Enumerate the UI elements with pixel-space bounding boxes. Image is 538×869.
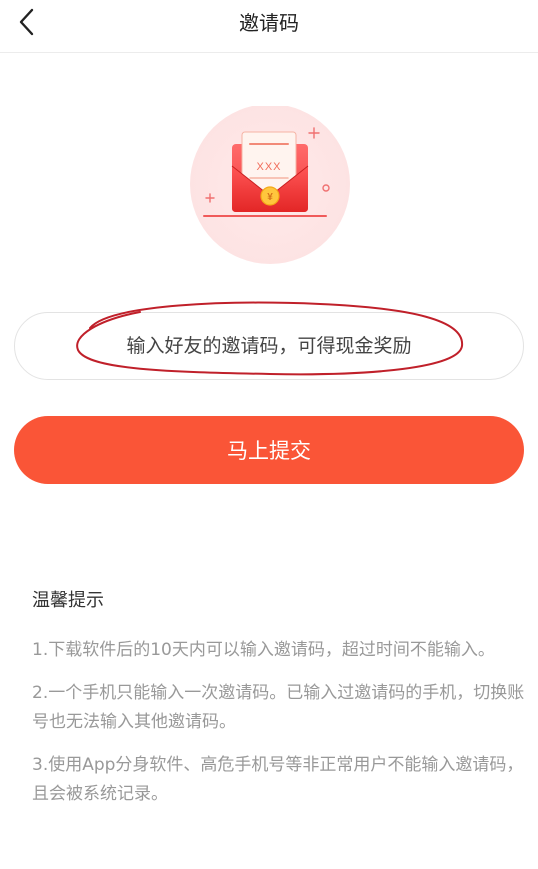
tips-section: 温馨提示 1.下载软件后的10天内可以输入邀请码，超过时间不能输入。 2.一个手…	[32, 588, 526, 823]
submit-button[interactable]: 马上提交	[14, 416, 524, 484]
tip-item: 2.一个手机只能输入一次邀请码。已输入过邀请码的手机，切换账号也无法输入其他邀请…	[32, 683, 525, 732]
tip-item: 3.使用App分身软件、高危手机号等非正常用户不能输入邀请码，且会被系统记录。	[32, 755, 524, 804]
invite-code-input[interactable]	[17, 315, 521, 377]
page-title: 邀请码	[239, 11, 299, 35]
invite-code-field[interactable]	[14, 312, 524, 380]
tips-heading: 温馨提示	[32, 590, 104, 611]
tip-item: 1.下载软件后的10天内可以输入邀请码，超过时间不能输入。	[32, 640, 495, 660]
coin-symbol: ¥	[267, 192, 273, 203]
red-envelope-icon: XXX ¥	[186, 104, 354, 266]
card-text: XXX	[256, 161, 281, 173]
top-bar: 邀请码	[0, 0, 538, 53]
